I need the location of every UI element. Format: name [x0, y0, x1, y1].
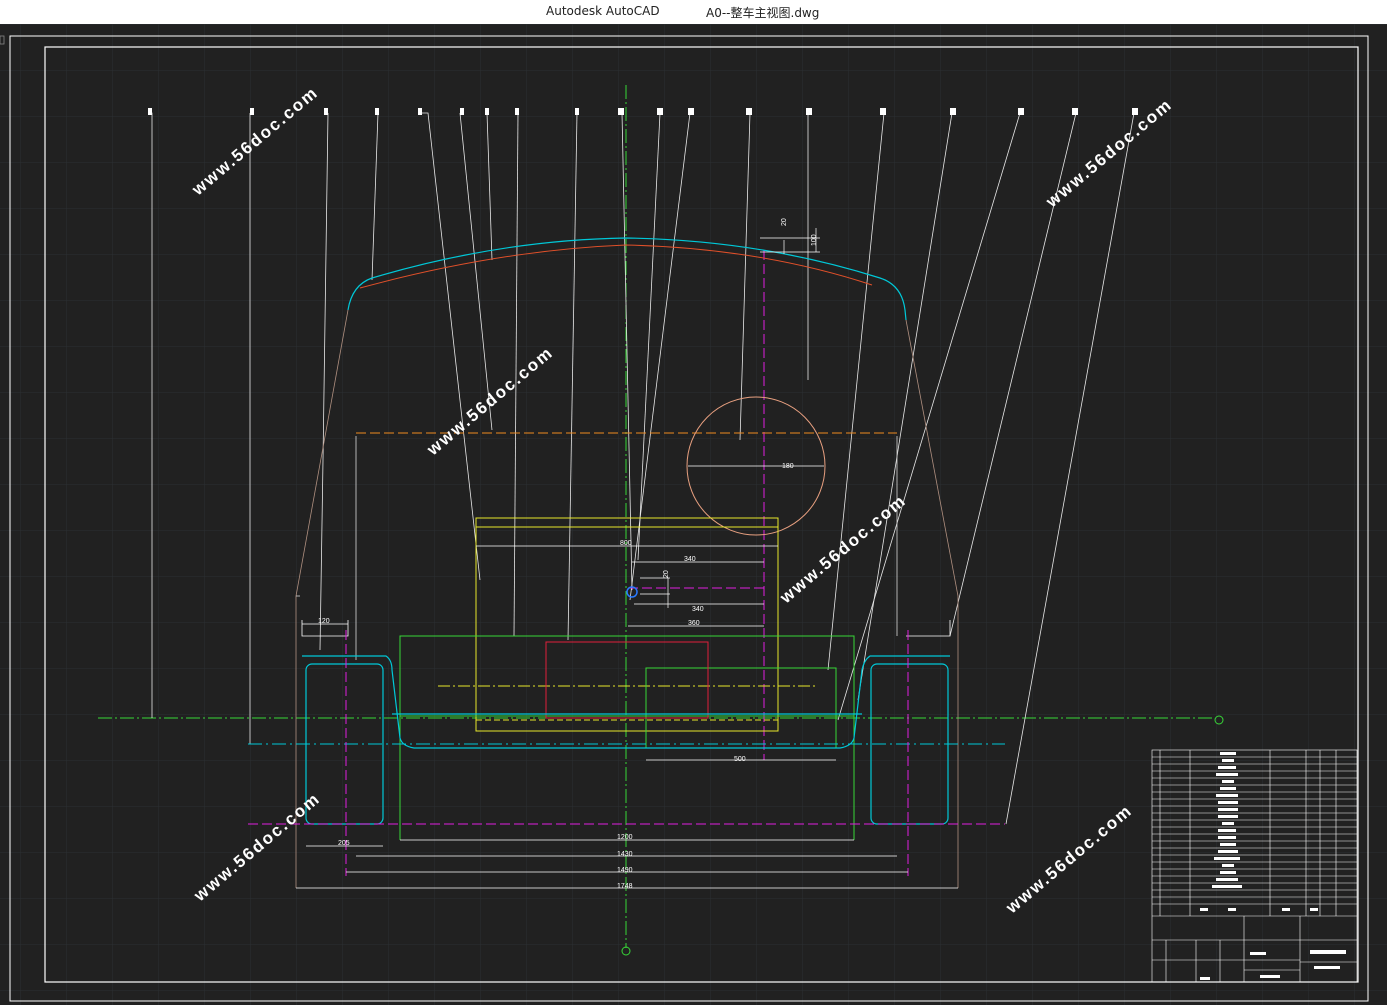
- dim-1430: 1430: [617, 851, 633, 858]
- dim-20-mid: 20: [663, 570, 670, 578]
- dim-800: 800: [620, 540, 632, 547]
- dim-1748: 1748: [617, 883, 633, 890]
- dim-180: 180: [782, 463, 794, 470]
- dim-360: 360: [688, 620, 700, 627]
- dim-120: 120: [318, 618, 330, 625]
- dim-500: 500: [734, 756, 746, 763]
- cad-drawing[interactable]: 20 100 180 800 340 20 340 360 120 500 20…: [0, 24, 1387, 1005]
- dim-1490: 1490: [617, 867, 633, 874]
- dim-1200: 1200: [617, 834, 633, 841]
- title-bar: Autodesk AutoCAD A0--整车主视图.dwg: [0, 0, 1387, 24]
- file-name: A0--整车主视图.dwg: [706, 6, 820, 20]
- dim-20-top: 20: [781, 218, 788, 226]
- app-name: Autodesk AutoCAD: [546, 4, 660, 18]
- drawing-canvas[interactable]: 20 100 180 800 340 20 340 360 120 500 20…: [0, 24, 1387, 1005]
- dim-205: 205: [338, 840, 350, 847]
- dim-340-b: 340: [692, 606, 704, 613]
- dim-340-a: 340: [684, 556, 696, 563]
- dim-100-top: 100: [811, 234, 818, 246]
